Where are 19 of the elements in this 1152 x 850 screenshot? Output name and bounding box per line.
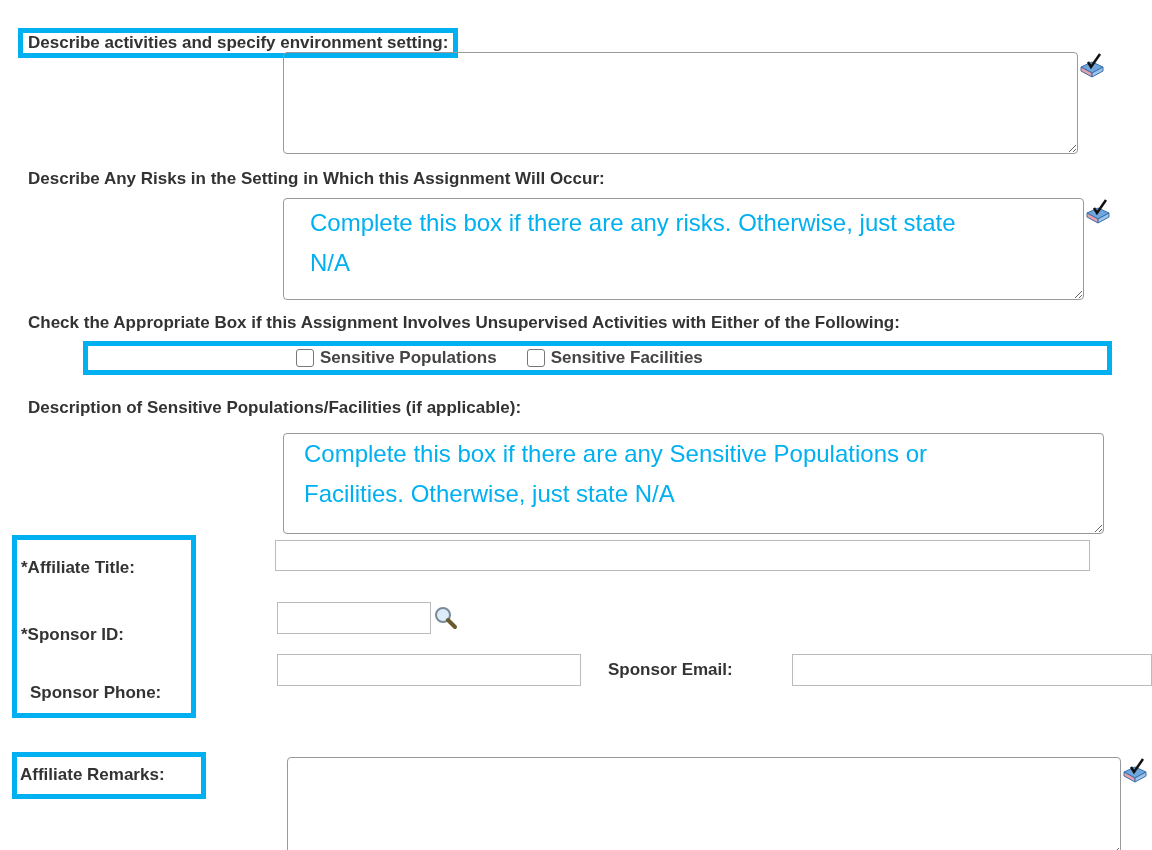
activities-label: Describe activities and specify environment setting: bbox=[28, 32, 449, 55]
sponsor-id-label: *Sponsor ID: bbox=[21, 624, 124, 646]
sponsor-email-field[interactable] bbox=[792, 653, 1152, 686]
sponsor-phone-label: Sponsor Phone: bbox=[30, 681, 162, 704]
spellcheck-book-icon[interactable] bbox=[1078, 52, 1106, 80]
affiliate-remarks-label: Affiliate Remarks: bbox=[20, 764, 165, 787]
search-icon[interactable] bbox=[433, 604, 459, 631]
sponsor-email-label: Sponsor Email: bbox=[608, 658, 734, 681]
checkbox-option[interactable]: Sensitive Populations bbox=[296, 346, 497, 370]
sponsor-id-field[interactable] bbox=[277, 601, 431, 634]
sponsor-phone-field[interactable] bbox=[277, 653, 581, 686]
unsupervised-label: Check the Appropriate Box if this Assignment Involves Unsupervised Activities with Either of the Following: bbox=[28, 311, 900, 334]
affiliate-title-field[interactable] bbox=[275, 539, 1090, 571]
spellcheck-book-icon[interactable] bbox=[1084, 197, 1112, 226]
sensitive-description-label: Description of Sensitive Populations/Facilities (if applicable): bbox=[28, 397, 522, 419]
checkbox-option[interactable]: Sensitive Facilities bbox=[526, 346, 703, 370]
risks-label: Describe Any Risks in the Setting in Which this Assignment Will Occur: bbox=[28, 168, 605, 190]
affiliate-title-label: *Affiliate Title: bbox=[21, 556, 135, 579]
spellcheck-book-icon[interactable] bbox=[1121, 756, 1149, 785]
